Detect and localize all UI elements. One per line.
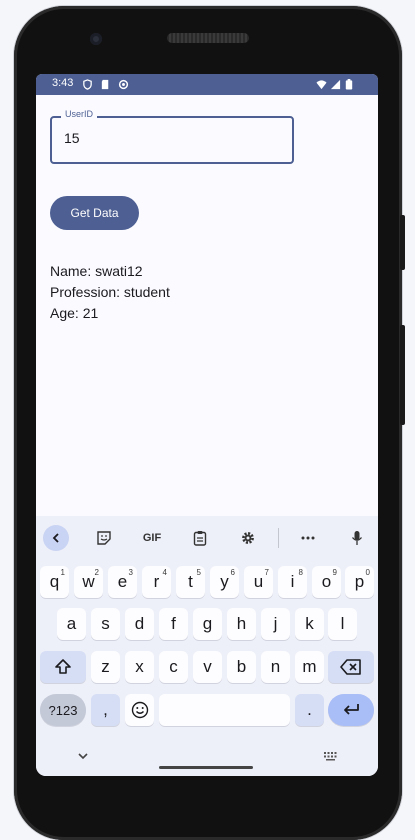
key-label: e <box>117 572 128 591</box>
comma-key[interactable]: , <box>91 694 120 726</box>
key-n[interactable]: n <box>261 651 290 683</box>
key-o[interactable]: o9 <box>312 566 341 598</box>
key-label: u <box>253 572 264 591</box>
key-m[interactable]: m <box>295 651 324 683</box>
key-y[interactable]: y6 <box>210 566 239 598</box>
key-d[interactable]: d <box>125 608 154 640</box>
key-a[interactable]: a <box>57 608 86 640</box>
key-f[interactable]: f <box>159 608 188 640</box>
gif-button[interactable]: GIF <box>139 525 165 551</box>
chevron-left-icon <box>52 533 59 543</box>
shift-icon <box>55 659 71 674</box>
key-i[interactable]: i8 <box>278 566 307 598</box>
key-c[interactable]: c <box>159 651 188 683</box>
status-bar: 3:43 <box>36 74 378 95</box>
screen: 3:43 UserID Get Data Name: swati12 Profe… <box>36 74 378 776</box>
sync-icon <box>118 79 129 90</box>
enter-key[interactable] <box>328 694 374 726</box>
space-key[interactable] <box>159 694 290 726</box>
earpiece-speaker <box>167 33 249 43</box>
clipboard-icon <box>193 531 207 546</box>
key-label: o <box>321 572 332 591</box>
key-v[interactable]: v <box>193 651 222 683</box>
key-hint: 2 <box>94 568 99 577</box>
key-label: w <box>82 572 95 591</box>
settings-icon <box>242 532 254 544</box>
key-r[interactable]: r4 <box>142 566 171 598</box>
key-hint: 9 <box>332 568 337 577</box>
wifi-icon <box>316 80 327 90</box>
key-l[interactable]: l <box>328 608 357 640</box>
key-hint: 1 <box>60 568 65 577</box>
hide-keyboard-icon[interactable] <box>76 752 90 762</box>
key-hint: 7 <box>264 568 269 577</box>
symbols-key[interactable]: ?123 <box>40 694 86 726</box>
front-camera <box>90 33 102 45</box>
key-hint: 4 <box>162 568 167 577</box>
userid-field[interactable]: UserID <box>50 109 294 164</box>
get-data-button[interactable]: Get Data <box>50 196 139 230</box>
voice-input-button[interactable] <box>344 525 370 551</box>
sd-card-icon <box>101 79 109 90</box>
userid-input[interactable] <box>64 130 264 146</box>
status-time: 3:43 <box>52 77 74 89</box>
userid-label: UserID <box>61 109 98 119</box>
key-hint: 3 <box>128 568 133 577</box>
sticker-icon <box>97 531 111 545</box>
enter-icon <box>344 704 359 715</box>
more-button[interactable] <box>295 525 321 551</box>
backspace-key[interactable] <box>328 651 374 683</box>
key-label: q <box>49 572 60 591</box>
home-gesture-bar[interactable] <box>159 766 253 769</box>
keyboard-settings-button[interactable] <box>235 525 261 551</box>
key-label: p <box>354 572 365 591</box>
key-label: r <box>153 572 160 591</box>
key-w[interactable]: w2 <box>74 566 103 598</box>
key-x[interactable]: x <box>125 651 154 683</box>
key-b[interactable]: b <box>227 651 256 683</box>
key-hint: 8 <box>298 568 303 577</box>
soft-keyboard: GIF q 1 w 2 e 3 r 4 t 5 y 6 u 7 i 8 o 9 … <box>36 516 378 776</box>
result-age: Age: 21 <box>50 305 99 321</box>
shift-key[interactable] <box>40 651 86 683</box>
volume-button <box>400 325 405 425</box>
emoji-icon <box>131 701 148 719</box>
key-label: t <box>188 572 193 591</box>
key-hint: 0 <box>365 568 370 577</box>
keyboard-back-button[interactable] <box>43 525 69 551</box>
mic-icon <box>351 531 363 545</box>
key-z[interactable]: z <box>91 651 120 683</box>
period-key[interactable]: . <box>295 694 324 726</box>
key-s[interactable]: s <box>91 608 120 640</box>
clipboard-button[interactable] <box>187 525 213 551</box>
key-hint: 6 <box>230 568 235 577</box>
key-e[interactable]: e3 <box>108 566 137 598</box>
key-k[interactable]: k <box>295 608 324 640</box>
key-p[interactable]: p0 <box>345 566 374 598</box>
sticker-button[interactable] <box>91 525 117 551</box>
key-t[interactable]: t5 <box>176 566 205 598</box>
result-profession: Profession: student <box>50 284 170 300</box>
toolbar-divider <box>278 528 279 548</box>
key-u[interactable]: u7 <box>244 566 273 598</box>
key-label: i <box>290 572 295 591</box>
signal-icon <box>330 79 341 90</box>
shield-icon <box>83 79 92 90</box>
battery-icon <box>345 79 353 90</box>
key-h[interactable]: h <box>227 608 256 640</box>
key-g[interactable]: g <box>193 608 222 640</box>
power-button <box>400 215 405 270</box>
keyboard-switch-icon[interactable] <box>323 751 339 761</box>
result-name: Name: swati12 <box>50 263 143 279</box>
key-j[interactable]: j <box>261 608 290 640</box>
key-label: y <box>220 572 229 591</box>
emoji-key[interactable] <box>125 694 154 726</box>
key-q[interactable]: q1 <box>40 566 69 598</box>
key-hint: 5 <box>196 568 201 577</box>
backspace-icon <box>340 659 361 675</box>
more-icon <box>301 536 315 540</box>
